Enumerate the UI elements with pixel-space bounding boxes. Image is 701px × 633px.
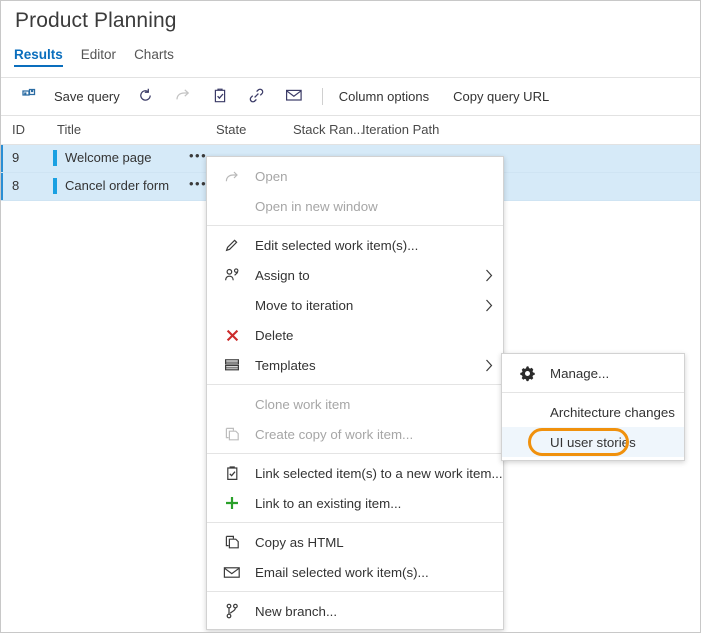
templates-submenu: Manage... Architecture changes UI user s… [501, 353, 685, 461]
page-title: Product Planning [15, 9, 177, 33]
menu-item-assign-to-label: Assign to [255, 268, 475, 283]
menu-item-open[interactable]: Open [207, 161, 503, 191]
menu-item-link-to-existing-item-label: Link to an existing item... [255, 496, 493, 511]
menu-item-open-in-new-window-label: Open in new window [255, 199, 493, 214]
menu-item-open-in-new-window[interactable]: Open in new window [207, 191, 503, 221]
chevron-right-icon [475, 269, 493, 282]
link-chain-icon [248, 87, 265, 107]
copy-icon [221, 534, 243, 550]
cell-title: Cancel order form [65, 178, 169, 193]
gear-icon [516, 365, 538, 382]
menu-divider [207, 225, 503, 226]
menu-item-delete[interactable]: Delete [207, 320, 503, 350]
email-button[interactable] [275, 78, 313, 115]
menu-item-delete-label: Delete [255, 328, 493, 343]
tab-results[interactable]: Results [14, 47, 72, 69]
menu-divider [207, 522, 503, 523]
copy-query-url-button[interactable]: Copy query URL [446, 78, 556, 115]
menu-item-create-copy[interactable]: Create copy of work item... [207, 419, 503, 449]
menu-divider [207, 384, 503, 385]
link-button[interactable] [238, 78, 275, 115]
menu-item-assign-to[interactable]: Assign to [207, 260, 503, 290]
chevron-right-icon [475, 359, 493, 372]
work-item-type-bar [53, 150, 57, 166]
tab-editor[interactable]: Editor [72, 47, 125, 69]
column-header-state[interactable]: State [216, 122, 246, 137]
tab-results-label: Results [14, 47, 63, 62]
submenu-divider [502, 392, 684, 393]
column-header-stack-rank[interactable]: Stack Ran... [293, 122, 364, 137]
new-linked-work-item-button[interactable] [202, 78, 238, 115]
save-floppy-icon [21, 87, 37, 106]
menu-item-move-to-iteration[interactable]: Move to iteration [207, 290, 503, 320]
plus-icon [221, 495, 243, 511]
row-context-menu: Open Open in new window Edit selected wo… [206, 156, 504, 630]
menu-item-copy-as-html[interactable]: Copy as HTML [207, 527, 503, 557]
submenu-item-ui-user-stories[interactable]: UI user stories [502, 427, 684, 457]
submenu-item-architecture-changes-label: Architecture changes [550, 405, 675, 420]
menu-item-new-branch-label: New branch... [255, 604, 493, 619]
tab-charts-label: Charts [134, 47, 174, 62]
refresh-icon [137, 87, 154, 107]
menu-item-link-to-new-work-item-label: Link selected item(s) to a new work item… [255, 466, 503, 481]
menu-item-email-selected[interactable]: Email selected work item(s)... [207, 557, 503, 587]
assign-person-icon [221, 267, 243, 283]
column-header-title[interactable]: Title [57, 122, 81, 137]
menu-item-email-selected-label: Email selected work item(s)... [255, 565, 493, 580]
work-item-type-bar [53, 178, 57, 194]
column-header-id[interactable]: ID [12, 122, 25, 137]
menu-item-clone-work-item[interactable]: Clone work item [207, 389, 503, 419]
tabstrip: Results Editor Charts [1, 47, 700, 73]
menu-item-edit-selected-label: Edit selected work item(s)... [255, 238, 493, 253]
submenu-item-ui-user-stories-label: UI user stories [550, 435, 674, 450]
menu-item-new-branch[interactable]: New branch... [207, 596, 503, 626]
menu-divider [207, 453, 503, 454]
menu-item-clone-work-item-label: Clone work item [255, 397, 493, 412]
copy-query-url-label: Copy query URL [453, 89, 549, 104]
clipboard-check-icon [212, 87, 228, 107]
clipboard-check-icon [221, 465, 243, 481]
redo-button[interactable] [164, 78, 202, 115]
toolbar: Save query [1, 77, 700, 116]
menu-item-link-to-new-work-item[interactable]: Link selected item(s) to a new work item… [207, 458, 503, 488]
tab-editor-label: Editor [81, 47, 116, 62]
grid-header: ID Title State Stack Ran... Iteration Pa… [1, 115, 700, 145]
column-header-iteration-path[interactable]: Iteration Path [362, 122, 439, 137]
pencil-icon [221, 237, 243, 253]
templates-icon [221, 358, 243, 372]
cell-id: 8 [12, 178, 19, 193]
menu-item-move-to-iteration-label: Move to iteration [255, 298, 475, 313]
column-options-label: Column options [339, 89, 429, 104]
submenu-item-manage-label: Manage... [550, 366, 674, 381]
toolbar-separator [322, 88, 323, 105]
delete-x-icon [221, 328, 243, 343]
chevron-right-icon [475, 299, 493, 312]
save-query-button[interactable]: Save query [47, 78, 127, 115]
cell-id: 9 [12, 150, 19, 165]
envelope-icon [221, 566, 243, 579]
refresh-button[interactable] [127, 78, 164, 115]
submenu-item-manage[interactable]: Manage... [502, 358, 684, 388]
menu-item-templates[interactable]: Templates [207, 350, 503, 380]
submenu-item-architecture-changes[interactable]: Architecture changes [502, 397, 684, 427]
menu-item-link-to-existing-item[interactable]: Link to an existing item... [207, 488, 503, 518]
menu-item-copy-as-html-label: Copy as HTML [255, 535, 493, 550]
menu-divider [207, 591, 503, 592]
menu-item-create-copy-label: Create copy of work item... [255, 427, 493, 442]
open-arrow-icon [221, 169, 243, 184]
redo-arrow-icon [174, 87, 192, 107]
column-options-button[interactable]: Column options [332, 78, 436, 115]
cell-title: Welcome page [65, 150, 151, 165]
save-query-label: Save query [54, 89, 120, 104]
save-query-icon-button[interactable] [11, 78, 47, 115]
tab-charts[interactable]: Charts [125, 47, 183, 69]
query-results-window: Product Planning Results Editor Charts [0, 0, 701, 633]
menu-item-open-label: Open [255, 169, 493, 184]
copy-icon [221, 426, 243, 442]
menu-item-edit-selected[interactable]: Edit selected work item(s)... [207, 230, 503, 260]
envelope-icon [285, 88, 303, 105]
menu-item-templates-label: Templates [255, 358, 475, 373]
branch-icon [221, 603, 243, 619]
